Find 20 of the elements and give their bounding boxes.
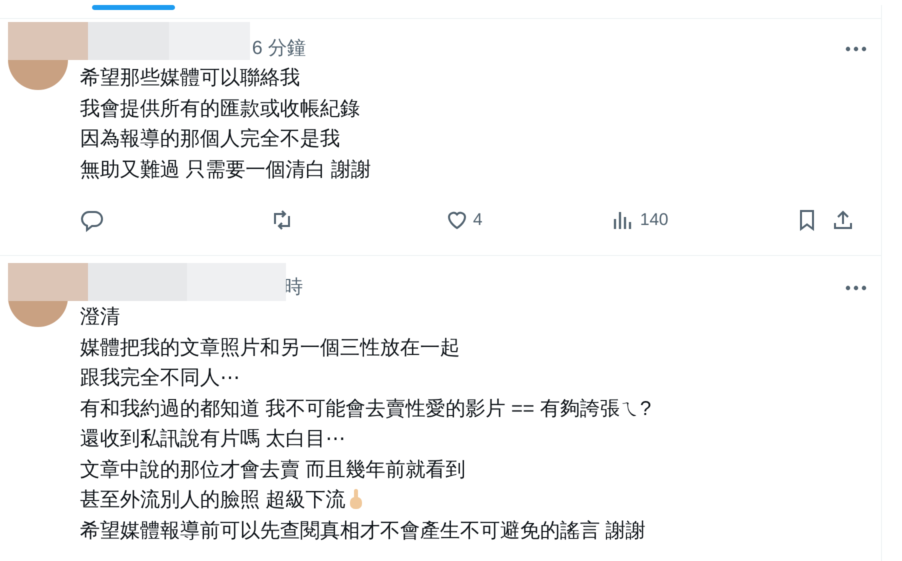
post-text-line: 媒體把我的文章照片和另一個三性放在一起	[80, 336, 460, 360]
post-text-line: 我會提供所有的匯款或收帳紀錄	[80, 96, 360, 122]
raised-finger-icon	[348, 488, 364, 510]
reply-icon[interactable]	[80, 208, 104, 232]
post-text-line: 跟我完全不同人⋯	[80, 366, 240, 391]
post-text-line: 有和我約過的都知道 我不可能會去賣性愛的影片 == 有夠誇張ㄟ?	[80, 396, 652, 422]
post-time[interactable]: 6 分鐘	[252, 34, 306, 64]
post-text-line: 澄清	[80, 305, 120, 330]
post-text-line: 還收到私訊說有片嗎 太白目⋯	[80, 427, 346, 452]
more-options-icon[interactable]	[845, 285, 867, 291]
post-text-line: 希望那些媒體可以聯絡我	[80, 66, 300, 91]
post-text-line: 無助又難過 只需要一個清白 謝謝	[80, 158, 372, 182]
post-text-line: 甚至外流別人的臉照 超級下流	[80, 488, 346, 513]
view-count[interactable]: 140	[640, 207, 668, 233]
post-text-line: 因為報導的那個人完全不是我	[80, 127, 340, 152]
share-icon[interactable]	[831, 208, 855, 232]
post-text-line: 文章中說的那位才會去賣 而且幾年前就看到	[80, 458, 466, 482]
like-count[interactable]: 4	[473, 207, 482, 233]
more-options-icon[interactable]	[845, 46, 867, 52]
post-text-line: 希望媒體報導前可以先查閱真相才不會產生不可避免的謠言 謝謝	[80, 518, 646, 544]
